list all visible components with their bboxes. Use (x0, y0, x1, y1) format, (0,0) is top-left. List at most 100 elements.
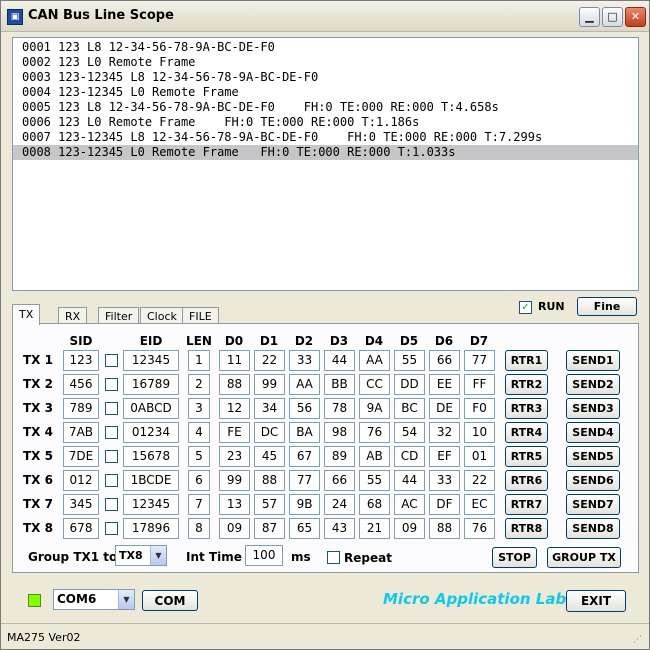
minimize-button[interactable]: ▁ (579, 7, 600, 27)
com-button[interactable]: COM (142, 590, 198, 611)
eid-input[interactable]: 16789 (123, 374, 179, 395)
data-byte-input[interactable]: 99 (254, 374, 285, 395)
message-log[interactable]: 0001 123 L8 12-34-56-78-9A-BC-DE-F0 0002 … (12, 37, 639, 291)
data-byte-input[interactable]: 34 (254, 398, 285, 419)
data-byte-input[interactable]: 9B (289, 494, 320, 515)
data-byte-input[interactable]: 24 (324, 494, 355, 515)
data-byte-input[interactable]: 77 (289, 470, 320, 491)
sid-input[interactable]: 456 (63, 374, 99, 395)
group-select[interactable]: TX8 ▼ (115, 545, 167, 566)
send-button[interactable]: SEND5 (566, 446, 620, 467)
maximize-button[interactable]: □ (602, 7, 623, 27)
data-byte-input[interactable]: 66 (429, 350, 460, 371)
group-tx-button[interactable]: GROUP TX (547, 547, 621, 568)
data-byte-input[interactable]: 54 (394, 422, 425, 443)
log-line[interactable]: 0007 123-12345 L8 12-34-56-78-9A-BC-DE-F… (13, 130, 638, 145)
data-byte-input[interactable]: 99 (219, 470, 250, 491)
data-byte-input[interactable]: DE (429, 398, 460, 419)
rtr-button[interactable]: RTR8 (505, 518, 548, 539)
sid-input[interactable]: 7AB (63, 422, 99, 443)
data-byte-input[interactable]: 66 (324, 470, 355, 491)
data-byte-input[interactable]: 76 (464, 518, 495, 539)
exit-button[interactable]: EXIT (566, 590, 626, 612)
data-byte-input[interactable]: 98 (324, 422, 355, 443)
eid-input[interactable]: 01234 (123, 422, 179, 443)
run-checkbox[interactable]: ✓ (519, 301, 532, 314)
data-byte-input[interactable]: 55 (359, 470, 390, 491)
rtr-button[interactable]: RTR1 (505, 350, 548, 371)
send-button[interactable]: SEND7 (566, 494, 620, 515)
data-byte-input[interactable]: 77 (464, 350, 495, 371)
rtr-button[interactable]: RTR3 (505, 398, 548, 419)
rtr-button[interactable]: RTR2 (505, 374, 548, 395)
len-input[interactable]: 5 (188, 446, 210, 467)
send-button[interactable]: SEND1 (566, 350, 620, 371)
len-input[interactable]: 4 (188, 422, 210, 443)
com-port-select[interactable]: COM6 ▼ (53, 589, 135, 610)
data-byte-input[interactable]: EC (464, 494, 495, 515)
extended-checkbox[interactable] (105, 354, 118, 367)
data-byte-input[interactable]: 22 (254, 350, 285, 371)
rtr-button[interactable]: RTR4 (505, 422, 548, 443)
data-byte-input[interactable]: 68 (359, 494, 390, 515)
send-button[interactable]: SEND6 (566, 470, 620, 491)
data-byte-input[interactable]: 44 (324, 350, 355, 371)
tab-tx[interactable]: TX (12, 304, 41, 325)
send-button[interactable]: SEND3 (566, 398, 620, 419)
data-byte-input[interactable]: 88 (219, 374, 250, 395)
len-input[interactable]: 6 (188, 470, 210, 491)
data-byte-input[interactable]: AA (359, 350, 390, 371)
data-byte-input[interactable]: FF (464, 374, 495, 395)
data-byte-input[interactable]: DC (254, 422, 285, 443)
data-byte-input[interactable]: 76 (359, 422, 390, 443)
data-byte-input[interactable]: 01 (464, 446, 495, 467)
rtr-button[interactable]: RTR5 (505, 446, 548, 467)
data-byte-input[interactable]: F0 (464, 398, 495, 419)
data-byte-input[interactable]: 33 (289, 350, 320, 371)
len-input[interactable]: 2 (188, 374, 210, 395)
sid-input[interactable]: 789 (63, 398, 99, 419)
data-byte-input[interactable]: 32 (429, 422, 460, 443)
data-byte-input[interactable]: BB (324, 374, 355, 395)
extended-checkbox[interactable] (105, 450, 118, 463)
data-byte-input[interactable]: 67 (289, 446, 320, 467)
extended-checkbox[interactable] (105, 378, 118, 391)
log-line[interactable]: 0004 123-12345 L0 Remote Frame (13, 85, 638, 100)
data-byte-input[interactable]: 9A (359, 398, 390, 419)
len-input[interactable]: 8 (188, 518, 210, 539)
sid-input[interactable]: 012 (63, 470, 99, 491)
int-time-input[interactable]: 100 (245, 545, 283, 566)
data-byte-input[interactable]: 55 (394, 350, 425, 371)
len-input[interactable]: 1 (188, 350, 210, 371)
log-line[interactable]: 0005 123 L8 12-34-56-78-9A-BC-DE-F0 FH:0… (13, 100, 638, 115)
eid-input[interactable]: 15678 (123, 446, 179, 467)
extended-checkbox[interactable] (105, 402, 118, 415)
log-line[interactable]: 0003 123-12345 L8 12-34-56-78-9A-BC-DE-F… (13, 70, 638, 85)
data-byte-input[interactable]: 33 (429, 470, 460, 491)
send-button[interactable]: SEND8 (566, 518, 620, 539)
data-byte-input[interactable]: 21 (359, 518, 390, 539)
data-byte-input[interactable]: 22 (464, 470, 495, 491)
sid-input[interactable]: 678 (63, 518, 99, 539)
data-byte-input[interactable]: AB (359, 446, 390, 467)
sid-input[interactable]: 7DE (63, 446, 99, 467)
data-byte-input[interactable]: AA (289, 374, 320, 395)
data-byte-input[interactable]: 45 (254, 446, 285, 467)
extended-checkbox[interactable] (105, 522, 118, 535)
log-line[interactable]: 0001 123 L8 12-34-56-78-9A-BC-DE-F0 (13, 40, 638, 55)
data-byte-input[interactable]: 56 (289, 398, 320, 419)
data-byte-input[interactable]: AC (394, 494, 425, 515)
eid-input[interactable]: 1BCDE (123, 470, 179, 491)
log-line[interactable]: 0008 123-12345 L0 Remote Frame FH:0 TE:0… (13, 145, 638, 160)
data-byte-input[interactable]: 57 (254, 494, 285, 515)
send-button[interactable]: SEND2 (566, 374, 620, 395)
log-line[interactable]: 0002 123 L0 Remote Frame (13, 55, 638, 70)
data-byte-input[interactable]: BA (289, 422, 320, 443)
resize-grip-icon[interactable]: ⋰ (633, 634, 645, 646)
data-byte-input[interactable]: 09 (394, 518, 425, 539)
eid-input[interactable]: 17896 (123, 518, 179, 539)
data-byte-input[interactable]: EF (429, 446, 460, 467)
data-byte-input[interactable]: 88 (429, 518, 460, 539)
send-button[interactable]: SEND4 (566, 422, 620, 443)
data-byte-input[interactable]: 65 (289, 518, 320, 539)
